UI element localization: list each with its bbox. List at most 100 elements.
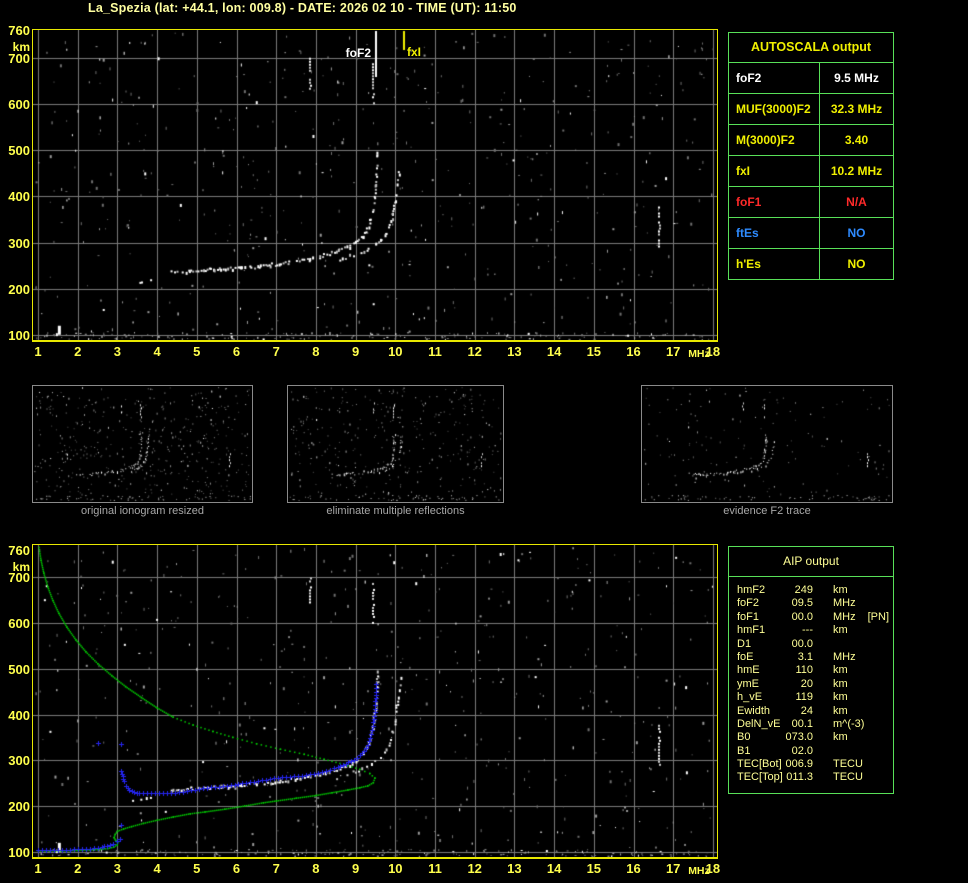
autoscala-row-label: ftEs: [729, 218, 820, 248]
aip-row-label: foF1: [737, 610, 760, 623]
aip-row-value: 011.3: [786, 771, 813, 784]
y-tick-label: 200: [8, 799, 30, 815]
autoscala-row-fxi: fxI 10.2 MHz: [729, 156, 893, 187]
y-tick-label: 400: [8, 189, 30, 205]
aip-row-delnve: DelN_vE 00.1 m^(-3): [729, 718, 893, 731]
aip-row-yme: ymE 20 km: [729, 678, 893, 691]
aip-row-label: ymE: [737, 677, 759, 690]
thumbnail-eliminate-canvas: [288, 386, 503, 502]
aip-row-b1: B1 02.0: [729, 745, 893, 758]
x-tick-label: 17: [665, 861, 681, 876]
x-tick-label: 2: [74, 861, 82, 876]
aip-row-label: B1: [737, 744, 751, 757]
fxI-marker-label: fxI: [407, 45, 422, 59]
thumbnail-caption-evidence: evidence F2 trace: [723, 505, 811, 517]
top-ionogram-canvas: [33, 30, 717, 340]
aip-row-value: 00.0: [791, 637, 813, 650]
autoscala-row-hes: h'Es NO: [729, 249, 893, 279]
aip-row-label: hmF1: [737, 624, 766, 637]
x-tick-label: 9: [351, 861, 360, 876]
aip-row-hve: h_vE 119 km: [729, 691, 893, 704]
aip-row-label: D1: [737, 637, 752, 650]
y-tick-label: 300: [8, 235, 30, 251]
aip-row-label: DelN_vE: [737, 717, 781, 730]
autoscala-row-label: M(3000)F2: [729, 125, 820, 155]
aip-row-unit: TECU: [833, 771, 863, 784]
aip-row-label: hmE: [737, 664, 760, 677]
x-tick-label: 4: [153, 344, 161, 359]
aip-row-tecbot: TEC[Bot] 006.9 TECU: [729, 758, 893, 771]
x-tick-label: 15: [586, 861, 602, 876]
y-tick-label: 500: [8, 143, 30, 159]
autoscala-row-value: NO: [847, 226, 866, 240]
autoscala-table-header: AUTOSCALA output: [729, 33, 893, 63]
x-tick-label: 17: [665, 344, 681, 359]
autoscala-row-label: fxI: [729, 156, 820, 186]
y-tick-label: 200: [8, 281, 30, 297]
autoscala-table-body: foF2 9.5 MHz MUF(3000)F2 32.3 MHz M(3000)F2 3…: [729, 63, 893, 279]
x-tick-label: 10: [388, 344, 403, 359]
y-axis-unit-label: km: [12, 40, 30, 54]
aip-row-unit: km: [833, 584, 848, 596]
aip-row-d1: D1 00.0: [729, 638, 893, 651]
aip-row-value: 09.5: [791, 597, 813, 610]
aip-row-value: 119: [795, 691, 813, 704]
aip-row-unit: km: [833, 624, 848, 637]
autoscala-row-value: 3.40: [844, 133, 869, 147]
x-tick-label: 6: [232, 861, 241, 876]
x-tick-label: 14: [546, 344, 562, 359]
x-tick-label: 8: [312, 344, 320, 359]
x-tick-label: 13: [507, 344, 522, 359]
aip-row-hme: hmE 110 km: [729, 664, 893, 677]
y-tick-label: 400: [8, 707, 30, 723]
aip-row-unit: km: [833, 691, 848, 704]
autoscala-row-ftes: ftEs NO: [729, 218, 893, 249]
aip-row-unit: km: [833, 731, 848, 744]
aip-row-value: 110: [795, 664, 813, 677]
y-tick-label: 500: [8, 661, 30, 677]
x-tick-label: 5: [193, 344, 201, 359]
aip-row-ewidth: Ewidth 24 km: [729, 705, 893, 718]
aip-row-value: 3.1: [797, 650, 813, 663]
x-tick-label: 15: [586, 344, 602, 359]
x-tick-label: 4: [153, 861, 161, 876]
x-tick-label: 11: [428, 344, 442, 359]
aip-row-value: 249: [794, 584, 813, 596]
y-tick-label: 100: [8, 845, 30, 860]
autoscala-row-label: foF2: [729, 63, 820, 93]
aip-row-unit: TECU: [833, 758, 863, 771]
autoscala-output-table: AUTOSCALA output foF2 9.5 MHz MUF(3000)F2 3…: [728, 32, 894, 280]
y-tick-label: 760: [8, 23, 30, 38]
thumbnail-caption-eliminate: eliminate multiple reflections: [326, 505, 465, 517]
bottom-profile-canvas: [33, 545, 717, 857]
autoscala-window: La_Spezia (lat: +44.1, lon: 009.8) - DAT…: [0, 0, 968, 883]
aip-row-unit: MHz: [833, 650, 856, 663]
x-tick-label: 3: [113, 861, 121, 876]
thumbnail-caption-original: original ionogram resized: [81, 505, 204, 517]
aip-row-unit: km: [833, 677, 848, 690]
aip-table-header: AIP output: [729, 547, 893, 577]
autoscala-row-muf3000f2: MUF(3000)F2 32.3 MHz: [729, 94, 893, 125]
aip-row-label: h_vE: [737, 691, 763, 704]
bottom-profile-plot: [32, 544, 718, 859]
x-tick-label: 10: [388, 861, 403, 876]
autoscala-row-value: 10.2 MHz: [830, 164, 883, 178]
autoscala-row-label: MUF(3000)F2: [729, 94, 820, 124]
aip-row-unit: MHz: [833, 597, 856, 610]
aip-row-label: foE: [737, 650, 754, 663]
aip-table-body: hmF2 249 km foF2 09.5 MHz foF1 00.0 MHz [PN] hmF1 -…: [729, 577, 893, 793]
aip-row-unit: km: [833, 704, 848, 717]
x-tick-label: 14: [546, 861, 562, 876]
x-tick-label: 8: [312, 861, 320, 876]
x-tick-label: 3: [113, 344, 121, 359]
aip-row-b0: B0 073.0 km: [729, 731, 893, 744]
foF2-marker-label: foF2: [345, 46, 371, 60]
aip-row-hmf1: hmF1 --- km: [729, 624, 893, 637]
aip-row-label: B0: [737, 731, 751, 744]
aip-row-label: TEC[Top]: [737, 771, 783, 784]
aip-row-fof1: foF1 00.0 MHz [PN]: [729, 611, 893, 624]
aip-row-fof2: foF2 09.5 MHz: [729, 597, 893, 610]
aip-row-value: 00.1: [791, 717, 813, 730]
aip-row-value: 24: [800, 704, 813, 717]
autoscala-row-fof2: foF2 9.5 MHz: [729, 63, 893, 94]
